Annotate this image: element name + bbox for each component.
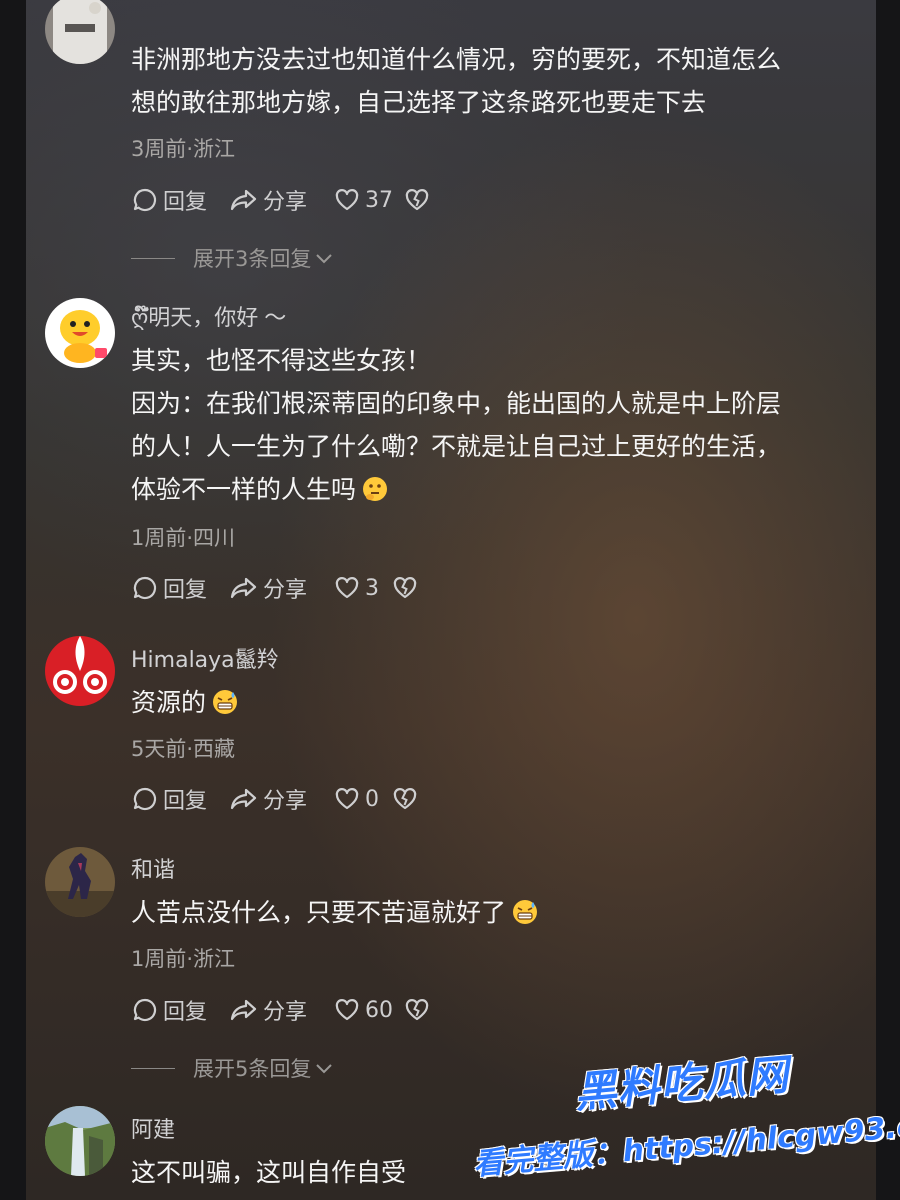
share-arrow-icon: [230, 189, 257, 211]
share-label: 分享: [263, 1000, 308, 1025]
like-count: 0: [365, 786, 379, 812]
avatar[interactable]: [45, 636, 115, 706]
heart-icon: [335, 999, 359, 1021]
comment-actions: 回复 分享 3: [131, 572, 423, 604]
username-text: ღ໌໊明天，你好: [131, 306, 259, 331]
dislike-button[interactable]: [391, 574, 423, 602]
like-button[interactable]: 60: [333, 996, 403, 1024]
heart-icon: [335, 788, 359, 810]
reply-bubble-icon: [133, 998, 157, 1022]
avatar[interactable]: [45, 847, 115, 917]
share-button[interactable]: 分享: [229, 994, 333, 1026]
broken-heart-icon: [405, 999, 429, 1021]
share-arrow-icon: [230, 577, 257, 599]
reply-button[interactable]: 回复: [131, 783, 229, 815]
like-button[interactable]: 3: [333, 574, 391, 602]
heart-icon: [335, 189, 359, 211]
like-count: 37: [365, 187, 393, 213]
comment-time-location: 1周前·四川: [131, 526, 236, 550]
comment-list[interactable]: 非洲那地方没去过也知道什么情况，穷的要死，不知道怎么 想的敢往那地方嫁，自己选择…: [26, 0, 876, 1200]
thinking-face-icon: [362, 472, 388, 515]
username[interactable]: ღ໌໊明天，你好〜: [131, 300, 286, 332]
comment-actions: 回复 分享 60: [131, 994, 435, 1026]
like-count: 3: [365, 575, 379, 601]
reply-bubble-icon: [133, 787, 157, 811]
username[interactable]: Himalaya鬣羚: [131, 642, 279, 674]
dislike-button[interactable]: [391, 785, 423, 813]
expand-replies-label: 展开5条回复: [193, 1057, 312, 1081]
reply-label: 回复: [163, 578, 208, 603]
expand-replies-label: 展开3条回复: [193, 247, 312, 271]
share-button[interactable]: 分享: [229, 572, 333, 604]
like-button[interactable]: 37: [333, 186, 403, 214]
comment-actions: 回复 分享 0: [131, 783, 423, 815]
watermark-title: 黑料吃瓜网: [572, 1049, 792, 1118]
reply-button[interactable]: 回复: [131, 572, 229, 604]
username[interactable]: 阿建: [131, 1112, 175, 1144]
dislike-button[interactable]: [403, 186, 435, 214]
share-arrow-icon: [230, 788, 257, 810]
username[interactable]: 和谐: [131, 852, 175, 884]
comment-text: 资源的: [131, 681, 831, 728]
waterfall-landscape-avatar-icon: [45, 1106, 115, 1176]
avatar[interactable]: [45, 1106, 115, 1176]
share-label: 分享: [263, 190, 308, 215]
right-margin: [876, 0, 900, 1200]
share-label: 分享: [263, 578, 308, 603]
comment-text: 非洲那地方没去过也知道什么情况，穷的要死，不知道怎么 想的敢往那地方嫁，自己选择…: [131, 45, 782, 117]
grimacing-sweat-face-icon: [512, 895, 538, 938]
reply-bubble-icon: [133, 576, 157, 600]
armored-figure-avatar-icon: [45, 847, 115, 917]
reply-label: 回复: [163, 789, 208, 814]
comment-time-location: 3周前·浙江: [131, 137, 236, 161]
red-auspicious-cloud-avatar-icon: [45, 636, 115, 706]
comment-time-location: 1周前·浙江: [131, 947, 236, 971]
reply-label: 回复: [163, 190, 208, 215]
reply-label: 回复: [163, 1000, 208, 1025]
expand-replies-button[interactable]: 展开3条回复: [131, 243, 333, 273]
comment-time-location: 5天前·西藏: [131, 737, 236, 761]
divider-line: [131, 1067, 175, 1069]
comment-text: 人苦点没什么，只要不苦逼就好了: [131, 891, 831, 938]
broken-heart-icon: [393, 788, 417, 810]
comment-actions: 回复 分享 37: [131, 184, 435, 216]
avatar[interactable]: [45, 0, 115, 64]
share-button[interactable]: 分享: [229, 783, 333, 815]
dislike-button[interactable]: [403, 996, 435, 1024]
chevron-down-icon: [316, 254, 333, 264]
left-margin: [0, 0, 26, 1200]
reply-button[interactable]: 回复: [131, 184, 229, 216]
reply-bubble-icon: [133, 188, 157, 212]
heart-icon: [335, 577, 359, 599]
chevron-down-icon: [316, 1064, 333, 1074]
like-button[interactable]: 0: [333, 785, 391, 813]
username-decoration: 〜: [264, 306, 287, 331]
avatar-photo-icon: [45, 0, 115, 64]
share-arrow-icon: [230, 999, 257, 1021]
share-button[interactable]: 分享: [229, 184, 333, 216]
expand-replies-button[interactable]: 展开5条回复: [131, 1053, 333, 1083]
avatar[interactable]: [45, 298, 115, 368]
broken-heart-icon: [393, 577, 417, 599]
watermark: 黑料吃瓜网 看完整版：https://hlcgw93.com: [470, 1040, 900, 1200]
cartoon-penguin-avatar-icon: [45, 298, 115, 368]
divider-line: [131, 257, 175, 259]
like-count: 60: [365, 997, 393, 1023]
grimacing-sweat-face-icon: [212, 685, 238, 728]
reply-button[interactable]: 回复: [131, 994, 229, 1026]
share-label: 分享: [263, 789, 308, 814]
comment-text: 其实，也怪不得这些女孩！ 因为：在我们根深蒂固的印象中，能出国的人就是中上阶层 …: [131, 339, 831, 515]
broken-heart-icon: [405, 189, 429, 211]
